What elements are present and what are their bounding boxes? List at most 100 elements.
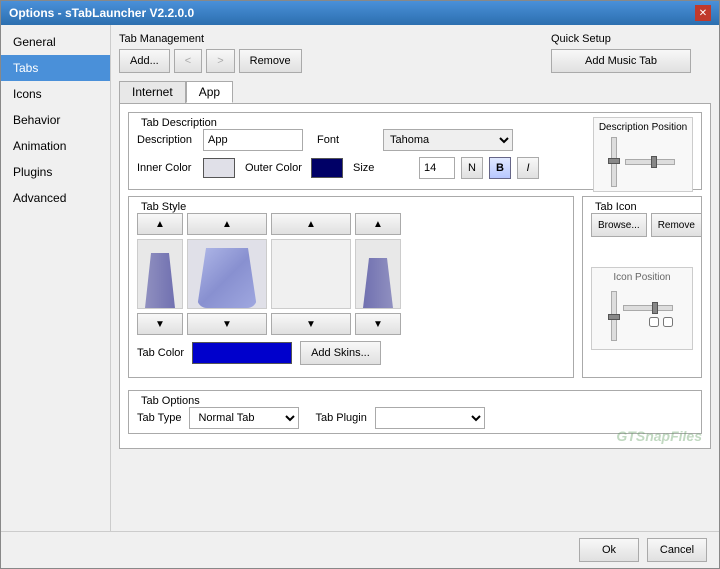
sidebar-item-icons[interactable]: Icons [1,81,110,107]
style-col-1: ▲ [137,213,183,235]
icon-position-section: Icon Position [591,267,693,350]
window-title: Options - sTabLauncher V2.2.0.0 [9,6,194,20]
bottom-bar: Ok Cancel [1,531,719,568]
sidebar-item-behavior[interactable]: Behavior [1,107,110,133]
vertical-slider-track [611,137,617,187]
tab-color-row: Tab Color Add Skins... [137,341,565,365]
sidebar: General Tabs Icons Behavior Animation Pl… [1,25,111,531]
tab-management-buttons: Add... < > Remove [119,49,535,73]
main-content: Tab Management Add... < > Remove Quick S… [111,25,719,531]
style-down-row: ▼ ▼ ▼ [137,313,565,335]
tab-icon-section: Tab Icon Browse... Remove Icon Position [582,196,702,378]
quick-setup-title: Quick Setup [551,33,711,45]
tab-icon-legend: Tab Icon [591,201,693,213]
icon-pos-controls [596,287,688,345]
style-col-2: ▲ [187,213,267,235]
style-up-btn-4[interactable]: ▲ [355,213,401,235]
style-down-col-3: ▼ [271,313,351,335]
tab-preview-3 [271,239,351,309]
style-up-btn-3[interactable]: ▲ [271,213,351,235]
add-skins-button[interactable]: Add Skins... [300,341,381,365]
sidebar-item-plugins[interactable]: Plugins [1,159,110,185]
tab-plugin-label: Tab Plugin [315,412,366,424]
cancel-button[interactable]: Cancel [647,538,707,562]
icon-pos-checkbox-2[interactable] [663,317,673,327]
desc-position-sliders [598,137,688,187]
tab-color-label: Tab Color [137,347,184,359]
style-down-btn-1[interactable]: ▼ [137,313,183,335]
remove-icon-button[interactable]: Remove [651,213,702,237]
add-music-tab-button[interactable]: Add Music Tab [551,49,691,73]
style-down-btn-3[interactable]: ▼ [271,313,351,335]
style-up-btn-1[interactable]: ▲ [137,213,183,235]
tab-description-section: Tab Description Description Font Tahoma … [128,112,702,190]
tab-options-section: Tab Options Tab Type Normal Tab Tab Plug… [128,390,702,434]
browse-button[interactable]: Browse... [591,213,647,237]
tab-plugin-select[interactable] [375,407,485,429]
desc-hslider-thumb [651,156,657,168]
sidebar-item-general[interactable]: General [1,29,110,55]
tab-icon-buttons: Browse... Remove [591,213,693,237]
tab-type-select[interactable]: Normal Tab [189,407,299,429]
desc-position-title: Description Position [598,122,688,133]
bold-style-button[interactable]: B [489,157,511,179]
icon-vslider-thumb [608,314,620,320]
style-preview-row [137,239,565,309]
icon-hslider-thumb [652,302,658,314]
tab-internet[interactable]: Internet [119,81,186,103]
main-window: Options - sTabLauncher V2.2.0.0 ✕ Genera… [0,0,720,569]
top-section-row: Tab Management Add... < > Remove Quick S… [119,33,711,73]
tab-preview-4 [355,239,401,309]
inner-color-label: Inner Color [137,162,197,174]
desc-vslider-thumb [608,158,620,164]
desc-input[interactable] [203,129,303,151]
style-down-col-2: ▼ [187,313,267,335]
tab-shape-4 [363,258,393,308]
tab-preview-2 [187,239,267,309]
back-button[interactable]: < [174,49,202,73]
normal-style-button[interactable]: N [461,157,483,179]
tab-app[interactable]: App [186,81,233,103]
desc-label: Description [137,134,197,146]
style-col-4: ▲ [355,213,401,235]
icon-pos-checkboxes [623,317,673,327]
style-down-col-4: ▼ [355,313,401,335]
close-button[interactable]: ✕ [695,5,711,21]
sidebar-item-animation[interactable]: Animation [1,133,110,159]
icon-hslider-container [623,305,673,327]
sub-tabs-nav: Internet App [119,81,711,103]
style-up-row: ▲ ▲ ▲ [137,213,565,235]
size-label: Size [353,162,413,174]
tab-content-area: Tab Description Description Font Tahoma … [119,103,711,449]
icon-hslider[interactable] [623,305,673,311]
inner-color-swatch[interactable] [203,158,235,178]
tab-style-legend: Tab Style [137,201,565,213]
sidebar-item-tabs[interactable]: Tabs [1,55,110,81]
tab-style-section: Tab Style ▲ ▲ [128,196,574,378]
forward-button[interactable]: > [206,49,234,73]
style-up-btn-2[interactable]: ▲ [187,213,267,235]
outer-color-swatch[interactable] [311,158,343,178]
style-down-btn-2[interactable]: ▼ [187,313,267,335]
tab-color-swatch[interactable] [192,342,292,364]
outer-color-label: Outer Color [245,162,305,174]
tab-shape-1 [145,253,175,308]
style-icon-row: Tab Style ▲ ▲ [128,196,702,384]
add-button[interactable]: Add... [119,49,170,73]
ok-button[interactable]: Ok [579,538,639,562]
style-down-btn-4[interactable]: ▼ [355,313,401,335]
remove-button[interactable]: Remove [239,49,302,73]
font-select[interactable]: Tahoma [383,129,513,151]
icon-pos-checkbox-1[interactable] [649,317,659,327]
tab-options-row: Tab Type Normal Tab Tab Plugin [137,407,693,429]
window-body: General Tabs Icons Behavior Animation Pl… [1,25,719,531]
italic-style-button[interactable]: I [517,157,539,179]
icon-vslider[interactable] [611,291,617,341]
desc-horizontal-slider[interactable] [625,159,675,165]
desc-vertical-slider[interactable] [611,137,617,187]
icon-position-title: Icon Position [596,272,688,283]
size-input[interactable] [419,157,455,179]
font-label: Font [317,134,377,146]
tab-options-legend: Tab Options [137,395,693,407]
sidebar-item-advanced[interactable]: Advanced [1,185,110,211]
